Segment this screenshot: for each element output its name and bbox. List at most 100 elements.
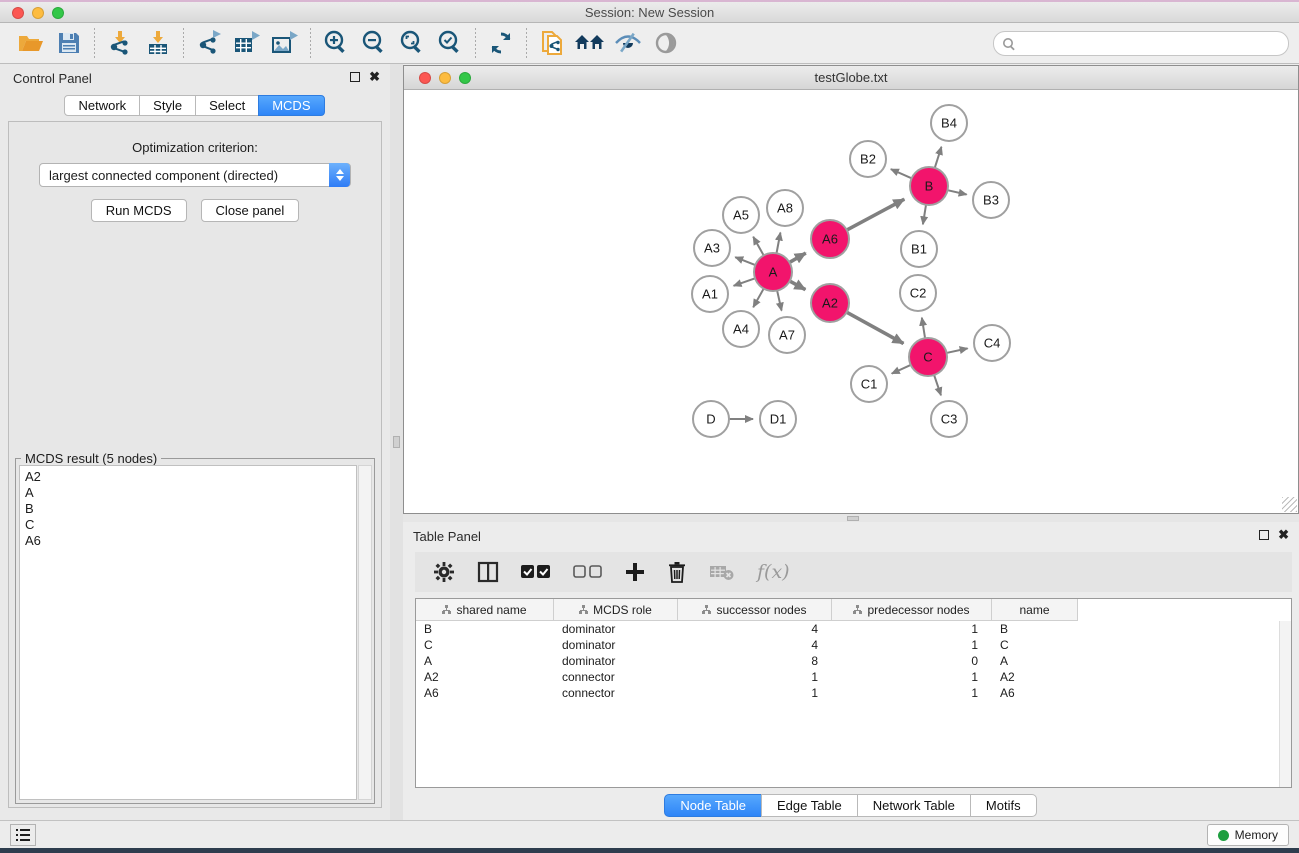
tab-motifs[interactable]: Motifs	[970, 794, 1037, 817]
column-header-name[interactable]: name	[992, 599, 1078, 621]
cell-MCDS-role[interactable]: connector	[554, 686, 678, 700]
minimize-window-button[interactable]	[32, 7, 44, 19]
select-all-icon[interactable]	[521, 559, 551, 585]
cell-name[interactable]: C	[992, 638, 1078, 652]
search-input[interactable]	[1021, 37, 1280, 51]
table-header-row[interactable]: shared nameMCDS rolesuccessor nodesprede…	[416, 599, 1291, 621]
title-bar[interactable]: Session: New Session	[0, 2, 1299, 23]
cell-name[interactable]: A	[992, 654, 1078, 668]
open-folder-icon[interactable]	[12, 26, 50, 60]
close-network-window-button[interactable]	[419, 72, 431, 84]
edge-A2-C[interactable]	[847, 312, 904, 343]
criterion-dropdown[interactable]: largest connected component (directed)	[39, 163, 351, 187]
column-header-predecessor-nodes[interactable]: predecessor nodes	[832, 599, 992, 621]
result-item[interactable]: C	[25, 517, 356, 533]
edge-C-C2[interactable]	[922, 318, 925, 339]
column-header-shared-name[interactable]: shared name	[416, 599, 554, 621]
tab-style[interactable]: Style	[139, 95, 196, 116]
edge-A-A3[interactable]	[735, 257, 755, 265]
zoom-window-button[interactable]	[52, 7, 64, 19]
search-box[interactable]	[993, 31, 1289, 56]
edge-B-B4[interactable]	[935, 147, 942, 168]
delete-icon[interactable]	[667, 559, 687, 585]
cell-predecessor-nodes[interactable]: 0	[832, 654, 992, 668]
run-mcds-button[interactable]: Run MCDS	[91, 199, 187, 222]
column-icon[interactable]	[477, 559, 499, 585]
cell-MCDS-role[interactable]: dominator	[554, 654, 678, 668]
table-row[interactable]: Cdominator41C	[416, 637, 1291, 653]
result-scrollbar[interactable]	[358, 465, 372, 800]
close-panel-icon[interactable]: ✖	[369, 71, 380, 83]
edge-C-C1[interactable]	[892, 365, 911, 374]
cell-shared-name[interactable]: A6	[416, 686, 554, 700]
cell-successor-nodes[interactable]: 4	[678, 622, 832, 636]
edge-A6-B[interactable]	[847, 199, 905, 230]
close-panel-button[interactable]: Close panel	[201, 199, 300, 222]
add-icon[interactable]	[625, 559, 645, 585]
edge-C-C3[interactable]	[934, 375, 941, 395]
column-header-successor-nodes[interactable]: successor nodes	[678, 599, 832, 621]
divider-grip[interactable]	[847, 516, 859, 521]
table-row[interactable]: A2connector11A2	[416, 669, 1291, 685]
result-item[interactable]: A	[25, 485, 356, 501]
network-window-titlebar[interactable]: testGlobe.txt	[404, 66, 1298, 90]
table-row[interactable]: A6connector11A6	[416, 685, 1291, 701]
column-header-MCDS-role[interactable]: MCDS role	[554, 599, 678, 621]
divider-grip[interactable]	[393, 436, 400, 448]
cell-predecessor-nodes[interactable]: 1	[832, 622, 992, 636]
network-graph[interactable]: AA1A2A3A4A5A6A7A8BB1B2B3B4CC1C2C3C4DD1	[404, 90, 1298, 513]
cell-shared-name[interactable]: A2	[416, 670, 554, 684]
task-history-button[interactable]	[10, 824, 36, 846]
cell-successor-nodes[interactable]: 1	[678, 686, 832, 700]
vertical-split-divider[interactable]	[390, 64, 403, 820]
export-image-icon[interactable]	[266, 26, 304, 60]
table-row[interactable]: Adominator80A	[416, 653, 1291, 669]
edge-A-A7[interactable]	[777, 291, 781, 311]
cell-name[interactable]: A2	[992, 670, 1078, 684]
edge-C-C4[interactable]	[947, 348, 968, 353]
edge-B-B1[interactable]	[923, 205, 926, 225]
tab-network[interactable]: Network	[64, 95, 140, 116]
cell-predecessor-nodes[interactable]: 1	[832, 670, 992, 684]
import-table-icon[interactable]	[139, 26, 177, 60]
mcds-result-list[interactable]: A2ABCA6	[19, 465, 357, 800]
edge-A-A5[interactable]	[753, 237, 763, 256]
zoom-selected-icon[interactable]	[431, 26, 469, 60]
tab-network-table[interactable]: Network Table	[857, 794, 971, 817]
cell-shared-name[interactable]: B	[416, 622, 554, 636]
cell-shared-name[interactable]: A	[416, 654, 554, 668]
edge-A-A6[interactable]	[789, 253, 805, 262]
edge-B-B2[interactable]	[891, 169, 912, 178]
cyndex-home-icon[interactable]	[571, 26, 609, 60]
result-item[interactable]: A6	[25, 533, 356, 549]
result-item[interactable]: B	[25, 501, 356, 517]
export-network-icon[interactable]	[190, 26, 228, 60]
close-table-panel-icon[interactable]: ✖	[1278, 529, 1289, 541]
cell-MCDS-role[interactable]: connector	[554, 670, 678, 684]
table-scrollbar[interactable]	[1279, 621, 1291, 787]
cell-shared-name[interactable]: C	[416, 638, 554, 652]
edge-B-B3[interactable]	[948, 190, 967, 194]
cell-MCDS-role[interactable]: dominator	[554, 622, 678, 636]
tab-select[interactable]: Select	[195, 95, 259, 116]
cell-successor-nodes[interactable]: 8	[678, 654, 832, 668]
zoom-in-icon[interactable]	[317, 26, 355, 60]
float-table-panel-icon[interactable]	[1259, 530, 1269, 540]
hide-details-icon[interactable]	[609, 26, 647, 60]
cell-name[interactable]: A6	[992, 686, 1078, 700]
export-table-icon[interactable]	[228, 26, 266, 60]
cell-predecessor-nodes[interactable]: 1	[832, 686, 992, 700]
network-canvas[interactable]: AA1A2A3A4A5A6A7A8BB1B2B3B4CC1C2C3C4DD1	[404, 90, 1298, 513]
result-item[interactable]: A2	[25, 469, 356, 485]
cell-successor-nodes[interactable]: 4	[678, 638, 832, 652]
edge-A-A1[interactable]	[734, 278, 755, 285]
tab-node-table[interactable]: Node Table	[664, 794, 762, 817]
close-window-button[interactable]	[12, 7, 24, 19]
gear-icon[interactable]	[433, 559, 455, 585]
cell-successor-nodes[interactable]: 1	[678, 670, 832, 684]
clone-network-icon[interactable]	[533, 26, 571, 60]
refresh-icon[interactable]	[482, 26, 520, 60]
memory-button[interactable]: Memory	[1207, 824, 1289, 846]
zoom-out-icon[interactable]	[355, 26, 393, 60]
edge-A-A8[interactable]	[777, 233, 781, 254]
